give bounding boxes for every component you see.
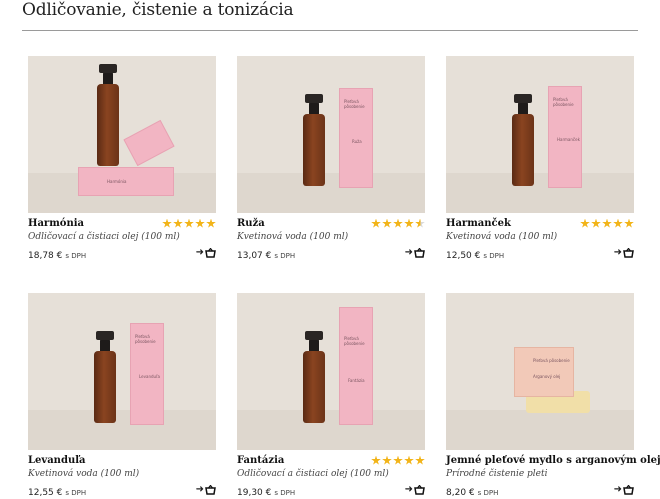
box-title: Pleťová pôsobenie <box>344 99 365 109</box>
vat-label: s DPH <box>477 489 499 497</box>
star-icon <box>404 455 414 465</box>
add-to-cart-button[interactable]: ➜ <box>404 483 425 495</box>
product-box-image: Pleťová pôsobenie Ruža <box>339 88 373 188</box>
star-icon <box>371 218 381 228</box>
add-to-cart-button[interactable]: ➜ <box>613 246 634 258</box>
product-price: 12,50 € <box>446 251 481 261</box>
star-icon <box>415 455 425 465</box>
product-card-harmancek[interactable]: Pleťová pôsobenie Harmanček Harmanček Kve… <box>446 56 634 261</box>
rating-stars <box>371 218 425 229</box>
arrow-right-icon: ➜ <box>404 246 413 258</box>
product-photo[interactable]: Pleťová pôsobenie Arganový olej <box>446 293 634 450</box>
star-icon <box>580 218 590 228</box>
product-name[interactable]: Jemné pleťové mydlo s arganovým olejom <box>446 455 660 466</box>
bottle-image <box>97 64 119 166</box>
arrow-right-icon: ➜ <box>613 483 622 495</box>
product-card-harmonia[interactable]: Harmónia Harmónia Odličovací a čistiaci … <box>28 56 216 261</box>
basket-icon <box>205 484 216 495</box>
rating-stars <box>371 455 425 466</box>
product-box-image: Pleťová pôsobenie Fantázia <box>339 307 373 425</box>
rating-stars <box>162 218 216 229</box>
star-icon <box>162 218 172 228</box>
star-icon <box>602 218 612 228</box>
product-name[interactable]: Harmónia <box>28 218 84 229</box>
basket-icon <box>205 247 216 258</box>
box-label: Harmónia <box>107 179 127 184</box>
box-title: Pleťová pôsobenie <box>533 358 570 363</box>
star-icon <box>624 218 634 228</box>
box-label: Levanduľa <box>139 374 160 379</box>
product-name[interactable]: Fantázia <box>237 455 284 466</box>
basket-icon <box>623 484 634 495</box>
arrow-right-icon: ➜ <box>613 246 622 258</box>
product-price: 18,78 € <box>28 251 63 261</box>
basket-icon <box>623 247 634 258</box>
vat-label: s DPH <box>274 489 296 497</box>
vat-label: s DPH <box>65 489 87 497</box>
box-title: Pleťová pôsobenie <box>135 334 156 344</box>
star-icon <box>393 218 403 228</box>
product-box-image: Pleťová pôsobenie Harmanček <box>548 86 582 188</box>
star-icon <box>195 218 205 228</box>
star-half-icon <box>415 218 425 228</box>
star-icon <box>382 218 392 228</box>
product-box-image: Harmónia <box>78 167 174 196</box>
product-photo[interactable]: Pleťová pôsobenie Harmanček <box>446 56 634 213</box>
add-to-cart-button[interactable]: ➜ <box>195 246 216 258</box>
arrow-right-icon: ➜ <box>404 483 413 495</box>
box-title: Pleťová pôsobenie <box>344 336 365 346</box>
add-to-cart-button[interactable]: ➜ <box>404 246 425 258</box>
bottle-image <box>512 94 534 186</box>
title-divider <box>22 30 638 31</box>
soap-box-image: Pleťová pôsobenie Arganový olej <box>514 347 574 397</box>
box-label: Harmanček <box>557 137 580 142</box>
star-icon <box>371 455 381 465</box>
box-title: Pleťová pôsobenie <box>553 97 574 107</box>
add-to-cart-button[interactable]: ➜ <box>195 483 216 495</box>
product-photo[interactable]: Pleťová pôsobenie Fantázia <box>237 293 425 450</box>
star-icon <box>393 455 403 465</box>
add-to-cart-button[interactable]: ➜ <box>613 483 634 495</box>
product-card-levandula[interactable]: Pleťová pôsobenie Levanduľa Levanduľa Kve… <box>28 293 216 498</box>
product-photo[interactable]: Pleťová pôsobenie Levanduľa <box>28 293 216 450</box>
star-icon <box>206 218 216 228</box>
product-price: 12,55 € <box>28 488 63 498</box>
basket-icon <box>414 247 425 258</box>
star-icon <box>173 218 183 228</box>
star-icon <box>613 218 623 228</box>
product-price: 19,30 € <box>237 488 272 498</box>
bottle-image <box>303 94 325 186</box>
basket-icon <box>414 484 425 495</box>
bottle-image <box>94 331 116 423</box>
product-box-image: Pleťová pôsobenie Levanduľa <box>130 323 164 425</box>
box-label: Fantázia <box>348 378 365 383</box>
page-title: Odličovanie, čistenie a tonizácia <box>22 0 294 20</box>
star-icon <box>184 218 194 228</box>
vat-label: s DPH <box>274 252 296 260</box>
product-card-ruza[interactable]: Pleťová pôsobenie Ruža Ruža Kvetinová vod… <box>237 56 425 261</box>
star-icon <box>591 218 601 228</box>
product-card-fantazia[interactable]: Pleťová pôsobenie Fantázia Fantázia Odlič… <box>237 293 425 498</box>
product-name[interactable]: Levanduľa <box>28 455 86 466</box>
box-label: Arganový olej <box>533 374 561 379</box>
arrow-right-icon: ➜ <box>195 483 204 495</box>
product-photo[interactable]: Pleťová pôsobenie Ruža <box>237 56 425 213</box>
product-box-image <box>123 119 175 167</box>
product-name[interactable]: Ruža <box>237 218 265 229</box>
arrow-right-icon: ➜ <box>195 246 204 258</box>
product-price: 13,07 € <box>237 251 272 261</box>
product-photo[interactable]: Harmónia <box>28 56 216 213</box>
box-label: Ruža <box>352 139 362 144</box>
vat-label: s DPH <box>483 252 505 260</box>
star-icon <box>404 218 414 228</box>
vat-label: s DPH <box>65 252 87 260</box>
product-name[interactable]: Harmanček <box>446 218 511 229</box>
product-card-mydlo[interactable]: Pleťová pôsobenie Arganový olej Jemné ple… <box>446 293 660 498</box>
star-icon <box>382 455 392 465</box>
product-price: 8,20 € <box>446 488 475 498</box>
bottle-image <box>303 331 325 423</box>
rating-stars <box>580 218 634 229</box>
